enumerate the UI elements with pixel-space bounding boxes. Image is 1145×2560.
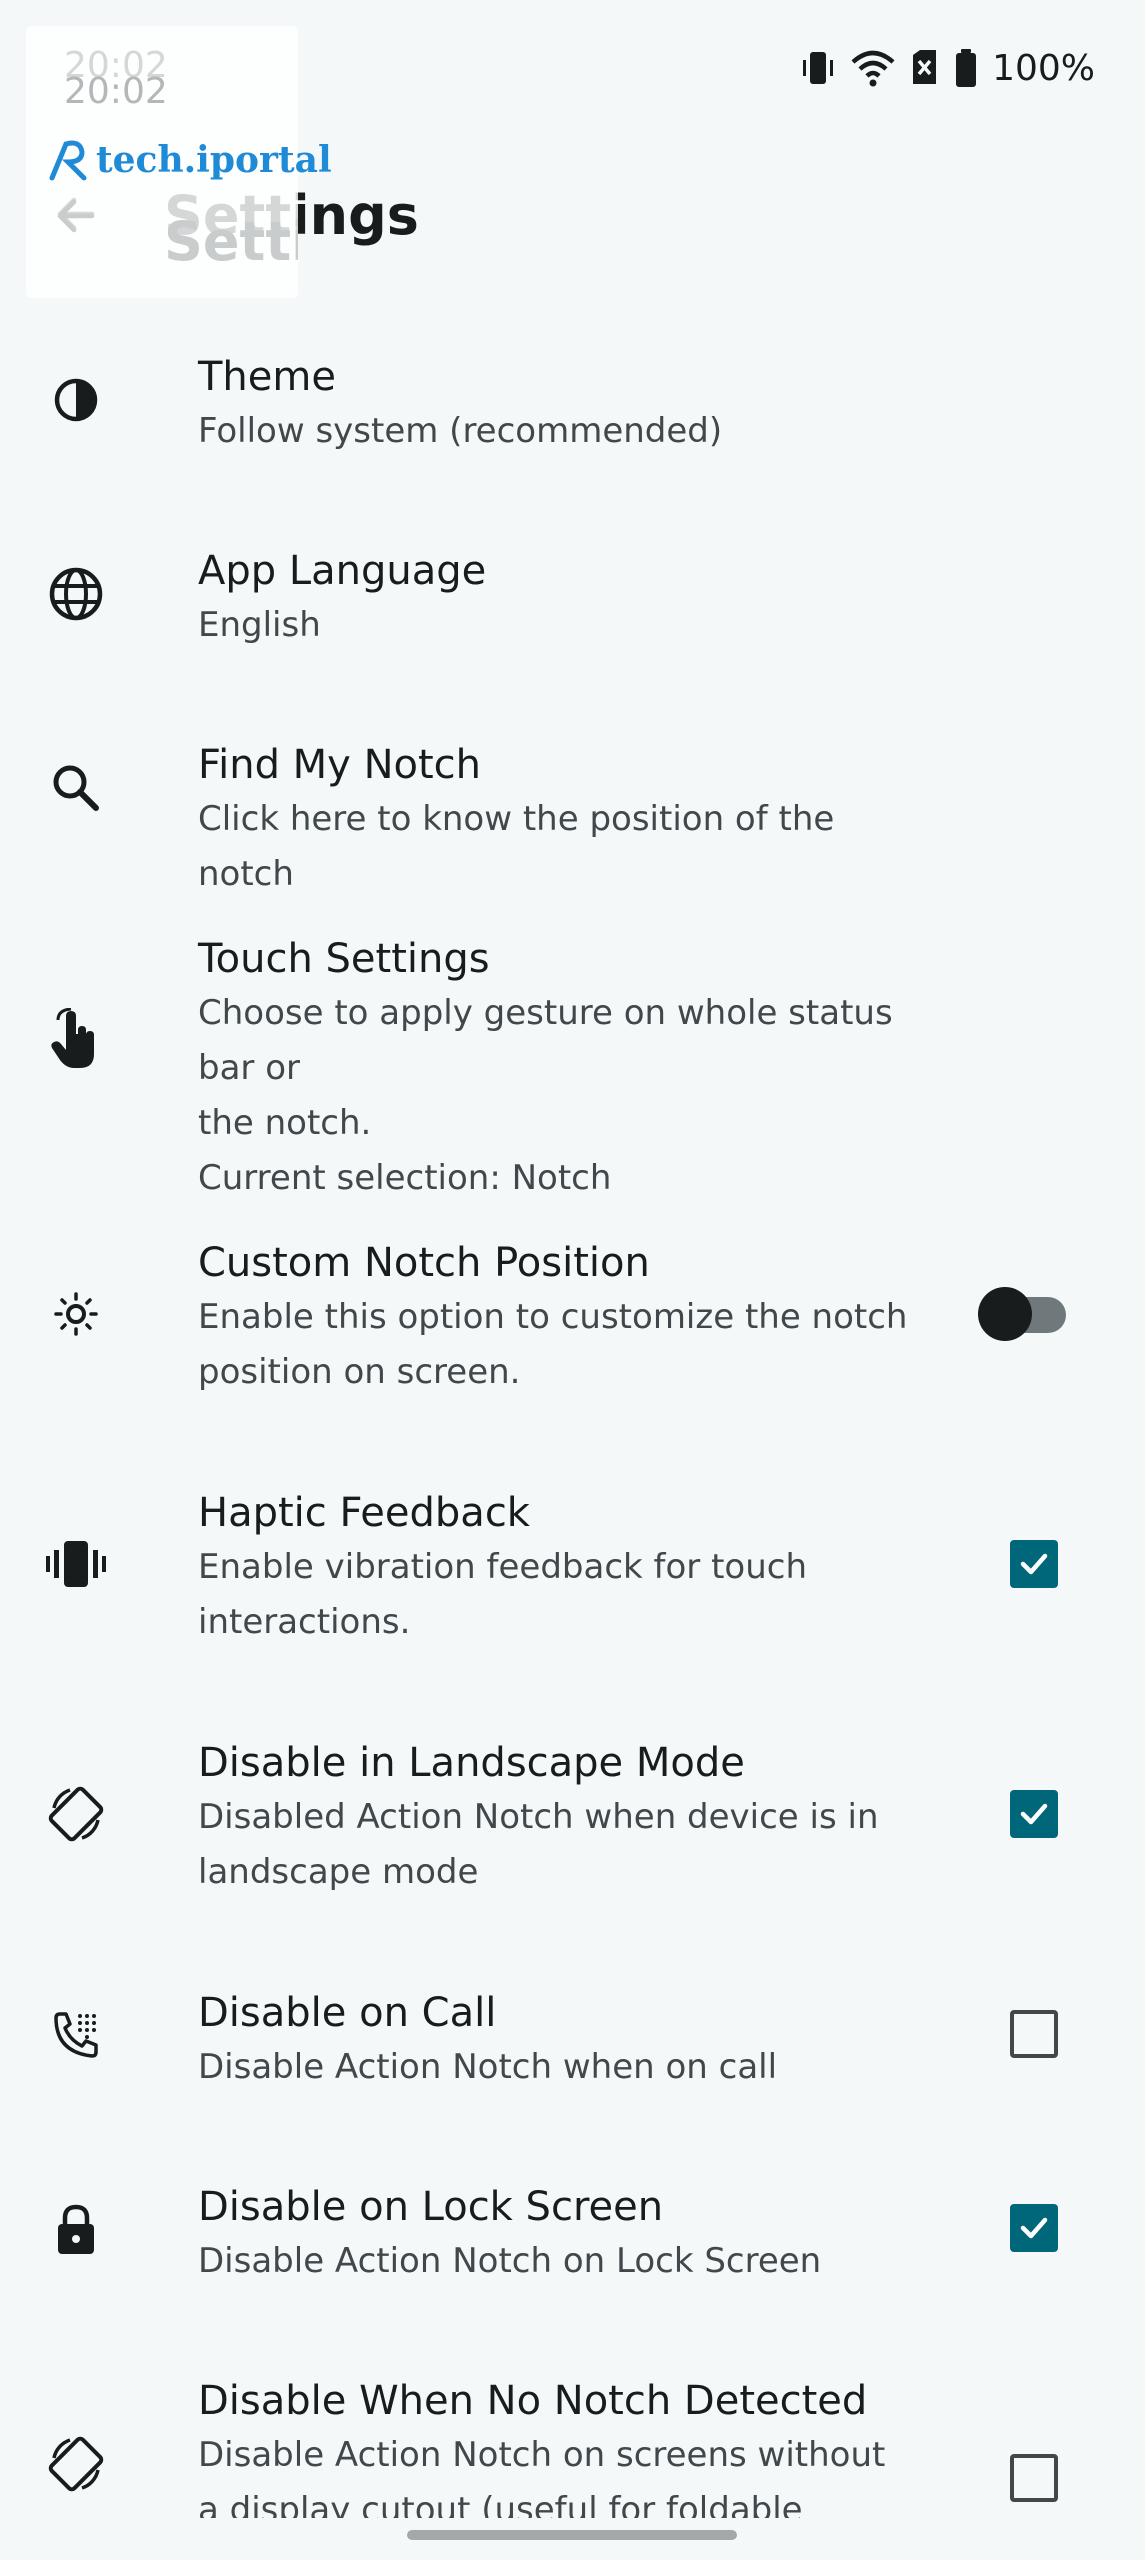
setting-theme[interactable]: Theme Follow system (recommended) — [0, 340, 1145, 470]
setting-touch-settings[interactable]: Touch Settings Choose to apply gesture o… — [0, 922, 1145, 1198]
haptic-feedback-checkbox[interactable] — [1010, 1540, 1058, 1588]
watermark-time-ghost: 20:02 — [64, 71, 168, 112]
setting-title: Disable When No Notch Detected — [198, 2378, 868, 2424]
setting-title: Theme — [198, 354, 336, 400]
watermark-text: tech.iportal — [96, 139, 332, 181]
setting-title: Disable on Call — [198, 1990, 497, 2036]
setting-find-my-notch[interactable]: Find My Notch Click here to know the pos… — [0, 728, 1145, 894]
setting-title: Disable in Landscape Mode — [198, 1740, 745, 1786]
setting-summary-line: Enable this option to customize the notc… — [198, 1297, 908, 1337]
status-icons: 100% — [800, 45, 1095, 91]
setting-summary: Disable Action Notch when on call — [198, 2047, 778, 2087]
gesture-navigation-bar[interactable] — [407, 2530, 737, 2540]
custom-notch-position-switch[interactable] — [978, 1286, 1070, 1342]
disable-on-call-checkbox[interactable] — [1010, 2010, 1058, 2058]
setting-summary-line: Disabled Action Notch when device is in — [198, 1797, 879, 1837]
setting-disable-landscape[interactable]: Disable in Landscape Mode Disabled Actio… — [0, 1726, 1145, 1910]
vibration-icon — [36, 1524, 116, 1604]
contrast-icon — [36, 360, 116, 440]
setting-summary-line: Choose to apply gesture on whole status … — [198, 993, 893, 1088]
setting-summary-line: Enable vibration feedback for touch — [198, 1547, 807, 1587]
check-icon — [1020, 1553, 1048, 1575]
brightness-icon — [36, 1274, 116, 1354]
setting-summary-line: position on screen. — [198, 1352, 521, 1392]
disable-landscape-checkbox[interactable] — [1010, 1790, 1058, 1838]
setting-disable-lock-screen[interactable]: Disable on Lock Screen Disable Action No… — [0, 2170, 1145, 2300]
watermark-title-ghost: Settings — [164, 210, 298, 273]
setting-summary-line: Disable Action Notch on screens without — [198, 2435, 886, 2475]
watermark: 20:02 Settings tech.iportal — [26, 26, 332, 298]
setting-haptic-feedback[interactable]: Haptic Feedback Enable vibration feedbac… — [0, 1476, 1145, 1660]
setting-summary-line: the notch. — [198, 1103, 372, 1143]
setting-summary: Follow system (recommended) — [198, 411, 723, 451]
setting-disable-on-call[interactable]: Disable on Call Disable Action Notch whe… — [0, 1976, 1145, 2106]
vibrate-icon — [800, 48, 836, 88]
setting-custom-notch-position[interactable]: Custom Notch Position Enable this option… — [0, 1226, 1145, 1410]
dialpad-phone-icon — [36, 1996, 116, 2076]
touch-hand-icon — [36, 1000, 116, 1080]
screen-rotation-icon — [36, 2424, 116, 2504]
watermark-logo-icon — [49, 140, 87, 181]
setting-summary-line: interactions. — [198, 1602, 411, 1642]
setting-current-selection: Current selection: Notch — [198, 1158, 612, 1198]
battery-percentage: 100% — [992, 47, 1095, 89]
setting-summary-line: a display cutout (useful for foldable — [198, 2490, 803, 2518]
switch-thumb — [978, 1287, 1032, 1341]
settings-screen: 20:02 — [0, 0, 1145, 2560]
setting-summary: Disable Action Notch on Lock Screen — [198, 2241, 822, 2281]
wifi-icon — [850, 48, 896, 88]
setting-title: Haptic Feedback — [198, 1490, 530, 1536]
setting-title: Find My Notch — [198, 742, 481, 788]
check-icon — [1020, 2217, 1048, 2239]
setting-disable-no-notch[interactable]: Disable When No Notch Detected Disable A… — [0, 2364, 1145, 2518]
disable-lock-screen-checkbox[interactable] — [1010, 2204, 1058, 2252]
disable-no-notch-checkbox[interactable] — [1010, 2454, 1058, 2502]
setting-title: Disable on Lock Screen — [198, 2184, 664, 2230]
globe-icon — [36, 554, 116, 634]
setting-title: Custom Notch Position — [198, 1240, 650, 1286]
setting-title: Touch Settings — [198, 936, 490, 982]
lock-icon — [36, 2190, 116, 2270]
battery-icon — [954, 48, 978, 88]
setting-summary-line: landscape mode — [198, 1852, 479, 1892]
setting-summary: Click here to know the position of the n… — [198, 799, 835, 894]
setting-summary: English — [198, 605, 321, 645]
setting-app-language[interactable]: App Language English — [0, 534, 1145, 664]
watermark-back-ghost — [40, 180, 112, 252]
setting-title: App Language — [198, 548, 487, 594]
watermark-logo: tech.iportal — [46, 138, 332, 182]
search-icon — [36, 748, 116, 828]
screen-rotation-icon — [36, 1774, 116, 1854]
check-icon — [1020, 1803, 1048, 1825]
no-sim-icon — [910, 48, 940, 88]
